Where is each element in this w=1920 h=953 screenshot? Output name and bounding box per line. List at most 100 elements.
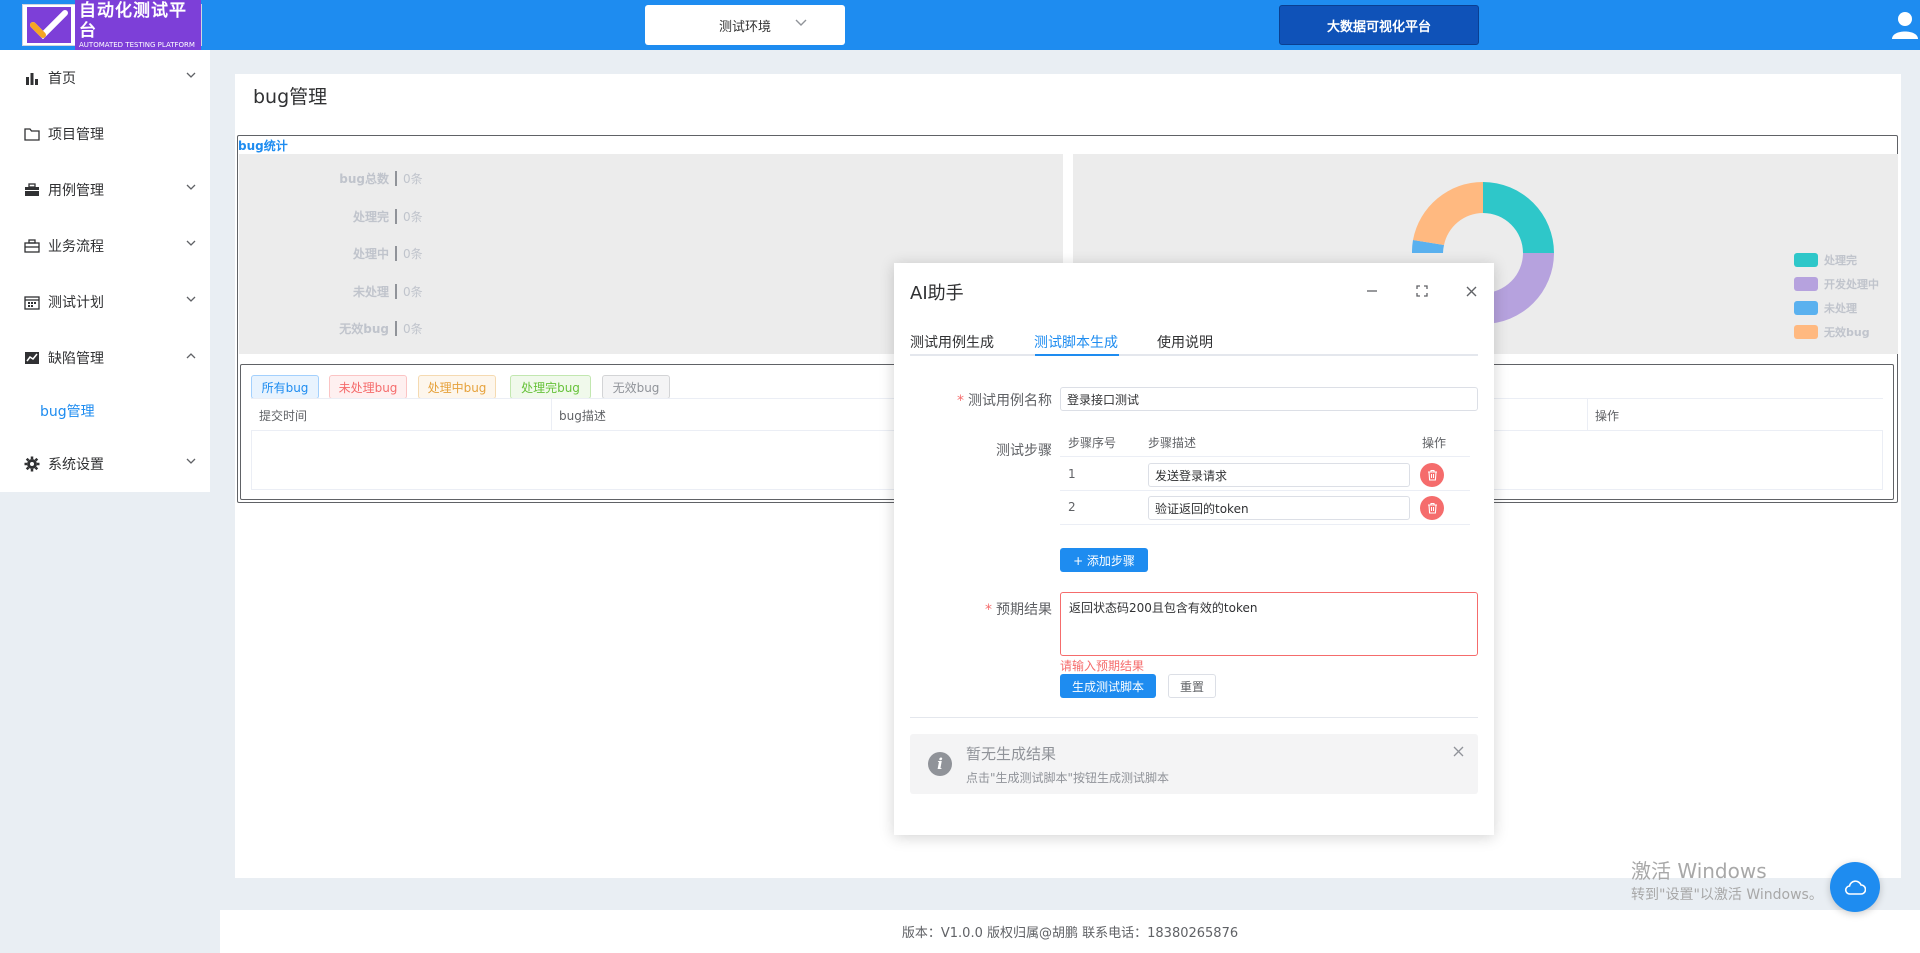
- stat-separator: [395, 245, 397, 261]
- steps-label: 测试步骤: [996, 443, 1052, 459]
- column-separator: [1587, 399, 1588, 431]
- filter-tag-done[interactable]: 处理完bug: [510, 375, 591, 399]
- stat-row: bug总数 0条: [239, 168, 499, 188]
- column-header-actions[interactable]: 操作: [1595, 407, 1619, 424]
- sidebar-item-settings[interactable]: 系统设置: [0, 436, 210, 492]
- step-number: 2: [1068, 500, 1076, 514]
- step-desc-input[interactable]: 验证返回的token: [1148, 496, 1410, 520]
- sidebar-item-label: 缺陷管理: [48, 351, 104, 367]
- donut-slice-done: [1483, 182, 1554, 253]
- filter-tag-all[interactable]: 所有bug: [251, 375, 319, 399]
- chevron-up-icon: [186, 353, 196, 359]
- cloud-float-button[interactable]: [1830, 862, 1880, 912]
- filter-tag-untreated[interactable]: 未处理bug: [329, 375, 407, 399]
- stat-key: 处理中: [352, 246, 389, 261]
- steps-header-actions: 操作: [1422, 436, 1447, 450]
- sidebar-item-home[interactable]: 首页: [0, 50, 210, 106]
- bug-stats-label: bug统计: [238, 139, 288, 153]
- logo[interactable]: 自动化测试平台 AUTOMATED TESTING PLATFORM: [22, 0, 202, 52]
- legend-label: 无效bug: [1824, 326, 1870, 339]
- gear-icon: [24, 456, 40, 472]
- logo-text: 自动化测试平台 AUTOMATED TESTING PLATFORM: [75, 0, 201, 52]
- filter-tag-in-progress[interactable]: 处理中bug: [418, 375, 496, 399]
- sidebar-item-defects[interactable]: 缺陷管理: [0, 330, 210, 386]
- logo-check-icon: [27, 7, 71, 43]
- stat-row: 处理完 0条: [239, 206, 499, 226]
- legend-swatch: [1794, 301, 1818, 315]
- dialog-tabs: 测试用例生成 测试脚本生成 使用说明: [910, 326, 1478, 356]
- sidebar-item-label: 用例管理: [48, 183, 104, 199]
- sidebar-item-workflow[interactable]: 业务流程: [0, 218, 210, 274]
- stat-separator: [395, 170, 397, 186]
- minimize-icon: [1367, 290, 1377, 292]
- legend-item[interactable]: 处理完: [1794, 252, 1857, 268]
- environment-select[interactable]: 测试环境: [645, 5, 845, 45]
- stat-value: 0条: [403, 284, 423, 299]
- stat-separator: [395, 208, 397, 224]
- reset-button[interactable]: 重置: [1168, 674, 1216, 698]
- legend-swatch: [1794, 325, 1818, 339]
- legend-item[interactable]: 开发处理中: [1794, 276, 1879, 292]
- delete-step-button[interactable]: [1420, 496, 1444, 520]
- step-desc-input[interactable]: 发送登录请求: [1148, 463, 1410, 487]
- sidebar-item-test-plan[interactable]: 测试计划: [0, 274, 210, 330]
- ai-assistant-dialog: AI助手 测试用例生成 测试脚本生成 使用说明 * 测试用例名称 登录接口测试 测…: [894, 263, 1494, 835]
- stat-value: 0条: [403, 171, 423, 186]
- sidebar-item-label: 首页: [48, 71, 76, 87]
- trash-icon: [1427, 502, 1437, 514]
- windows-watermark-title: 激活 Windows: [1631, 859, 1767, 883]
- sidebar-item-cases[interactable]: 用例管理: [0, 162, 210, 218]
- expected-result-textarea[interactable]: 返回状态码200且包含有效的token: [1060, 592, 1478, 656]
- add-step-button[interactable]: + 添加步骤: [1060, 548, 1148, 572]
- sidebar-item-label: 测试计划: [48, 295, 104, 311]
- column-separator: [551, 399, 552, 431]
- legend-item[interactable]: 未处理: [1794, 300, 1857, 316]
- close-button[interactable]: [1461, 281, 1481, 301]
- dialog-divider: [910, 717, 1478, 718]
- chevron-down-icon: [186, 240, 196, 246]
- suitcase-icon: [24, 238, 40, 254]
- stat-separator: [395, 320, 397, 336]
- trash-icon: [1427, 469, 1437, 481]
- stat-value: 0条: [403, 321, 423, 336]
- chevron-down-icon: [186, 296, 196, 302]
- donut-slice-invalid: [1413, 182, 1483, 245]
- logo-subtitle: AUTOMATED TESTING PLATFORM: [79, 40, 195, 49]
- stat-key: bug总数: [339, 171, 389, 186]
- tab-usage[interactable]: 使用说明: [1157, 332, 1213, 352]
- alert-description: 点击"生成测试脚本"按钮生成测试脚本: [966, 771, 1170, 785]
- step-number: 1: [1068, 467, 1076, 481]
- stat-row: 未处理 0条: [239, 281, 499, 301]
- briefcase-icon: [24, 182, 40, 198]
- sidebar-item-label: 系统设置: [48, 457, 104, 473]
- tab-script-generate[interactable]: 测试脚本生成: [1034, 332, 1118, 352]
- chevron-down-icon: [186, 184, 196, 190]
- stat-separator: [395, 283, 397, 299]
- column-header-bug-desc[interactable]: bug描述: [559, 407, 606, 424]
- case-name-input[interactable]: 登录接口测试: [1060, 387, 1478, 411]
- legend-item[interactable]: 无效bug: [1794, 324, 1870, 340]
- filter-tag-invalid[interactable]: 无效bug: [602, 375, 670, 399]
- stat-key: 处理完: [352, 209, 389, 224]
- maximize-button[interactable]: [1412, 281, 1432, 301]
- dialog-title: AI助手: [910, 283, 964, 304]
- generate-script-button[interactable]: 生成测试脚本: [1060, 674, 1156, 698]
- steps-header-desc: 步骤描述: [1148, 436, 1197, 450]
- case-name-label: * 测试用例名称: [934, 390, 1052, 410]
- stat-value: 0条: [403, 246, 423, 261]
- sidebar-item-projects[interactable]: 项目管理: [0, 106, 210, 162]
- environment-select-value: 测试环境: [718, 19, 771, 35]
- minimize-button[interactable]: [1362, 281, 1382, 301]
- legend-swatch: [1794, 277, 1818, 291]
- column-header-submit-time[interactable]: 提交时间: [259, 407, 307, 424]
- close-icon[interactable]: [1453, 746, 1464, 757]
- delete-step-button[interactable]: [1420, 463, 1444, 487]
- required-mark: *: [957, 393, 964, 409]
- user-icon[interactable]: [1891, 10, 1919, 40]
- result-alert: i 暂无生成结果 点击"生成测试脚本"按钮生成测试脚本: [910, 734, 1478, 794]
- legend-label: 开发处理中: [1824, 278, 1879, 291]
- sidebar-subitem-bug-management[interactable]: bug管理: [0, 386, 210, 436]
- bigdata-platform-button[interactable]: 大数据可视化平台: [1279, 5, 1479, 45]
- tab-testcase-generate[interactable]: 测试用例生成: [910, 332, 994, 352]
- fullscreen-icon: [1416, 285, 1428, 297]
